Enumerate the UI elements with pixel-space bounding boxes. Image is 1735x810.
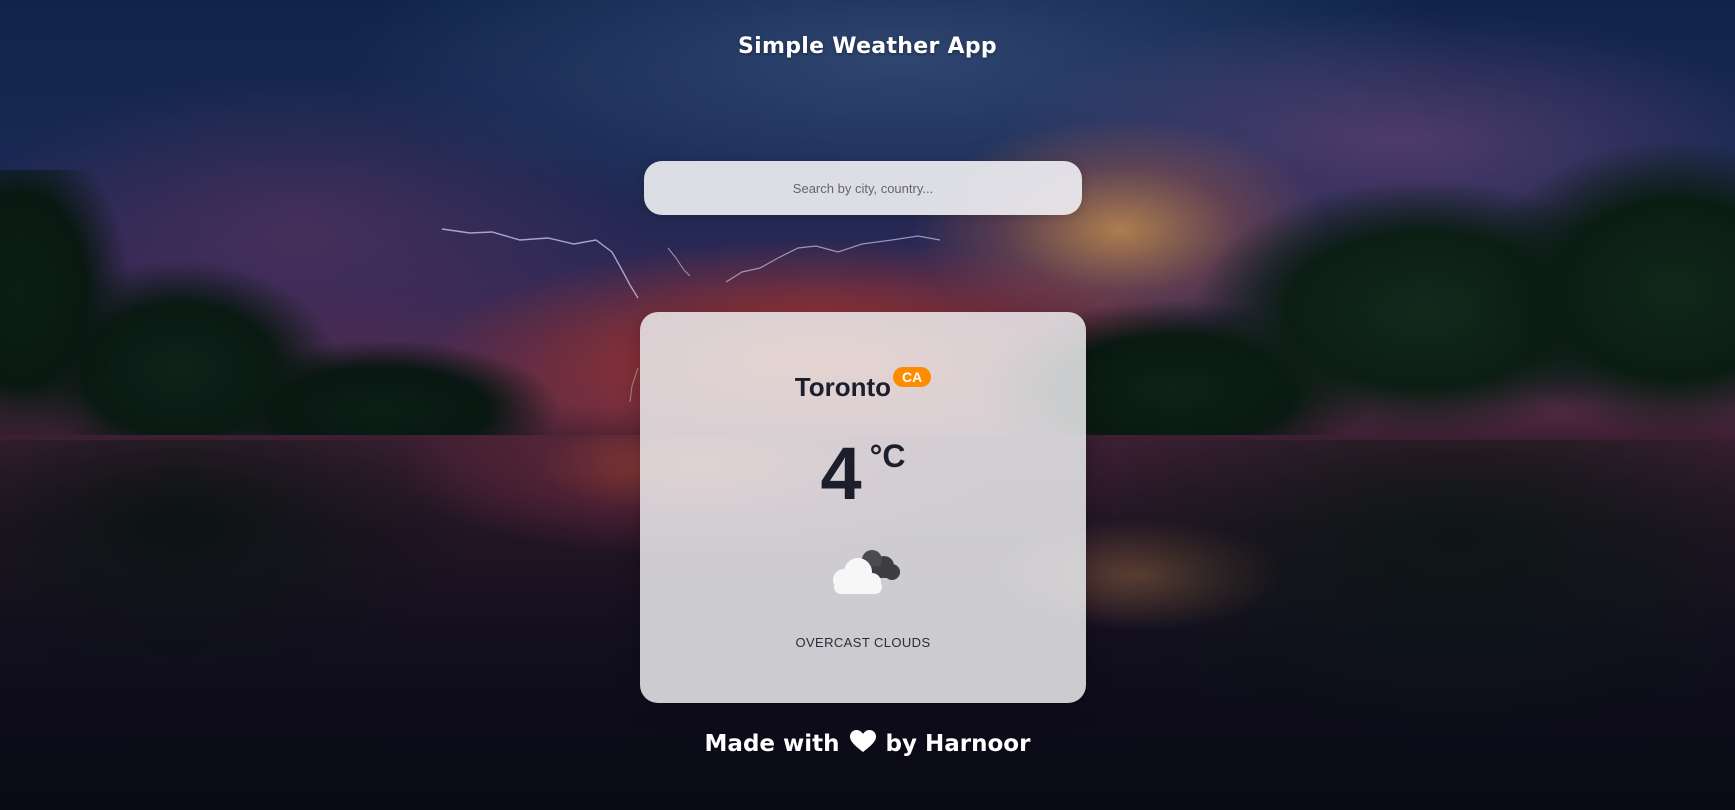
temperature-row: 4 °C — [640, 434, 1086, 514]
heart-icon — [849, 730, 876, 752]
temperature-value: 4 — [820, 432, 862, 515]
city-name: Toronto — [794, 372, 892, 402]
location-row: Toronto CA — [640, 367, 1086, 403]
footer-prefix: Made with — [704, 731, 840, 757]
search-input[interactable] — [644, 161, 1082, 215]
footer-credit: Made with by Harnoor — [0, 730, 1735, 757]
overcast-clouds-icon — [833, 550, 900, 594]
weather-card: Toronto CA 4 °C OVERCAST CLOUDS — [640, 312, 1086, 703]
app-title: Simple Weather App — [738, 34, 997, 59]
search-container — [644, 161, 1082, 215]
footer-suffix: by Harnoor — [885, 731, 1031, 757]
weather-description: OVERCAST CLOUDS — [795, 635, 931, 650]
temperature-unit: °C — [869, 438, 906, 474]
country-badge: CA — [893, 367, 932, 387]
